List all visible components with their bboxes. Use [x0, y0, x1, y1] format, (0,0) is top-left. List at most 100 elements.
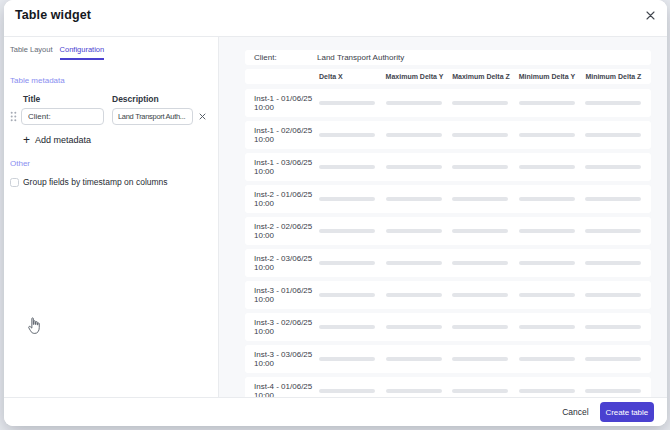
placeholder-cell: [517, 357, 584, 361]
placeholder-bar: [585, 293, 641, 297]
table-widget-modal: Table widget Table LayoutConfiguration T…: [4, 0, 667, 426]
placeholder-bar: [386, 389, 442, 393]
placeholder-cell: [450, 293, 517, 297]
section-table-metadata: Table metadata: [10, 76, 210, 85]
close-button[interactable]: [643, 9, 657, 22]
placeholder-cell: [317, 357, 384, 361]
placeholder-bar: [386, 197, 442, 201]
close-icon: [646, 11, 655, 20]
placeholder-bar: [386, 261, 442, 265]
placeholder-cell: [317, 261, 384, 265]
placeholder-bar: [452, 389, 508, 393]
placeholder-cell: [384, 389, 451, 393]
placeholder-bar: [386, 229, 442, 233]
placeholder-bar: [519, 389, 575, 393]
preview-table-row: Inst-3 - 01/06/2510:00: [245, 281, 651, 309]
placeholder-cell: [517, 389, 584, 393]
placeholder-cell: [384, 133, 451, 137]
placeholder-cell: [384, 261, 451, 265]
placeholder-cell: [317, 133, 384, 137]
placeholder-cell: [583, 165, 650, 169]
placeholder-bar: [319, 325, 375, 329]
placeholder-bar: [452, 229, 508, 233]
placeholder-bar: [452, 293, 508, 297]
placeholder-cell: [517, 261, 584, 265]
placeholder-bar: [319, 357, 375, 361]
placeholder-cell: [450, 101, 517, 105]
drag-handle-icon[interactable]: [10, 111, 17, 122]
add-metadata-label: Add metadata: [35, 135, 91, 145]
remove-icon: [199, 113, 206, 120]
cancel-button[interactable]: Cancel: [562, 407, 588, 417]
placeholder-cell: [517, 325, 584, 329]
placeholder-cell: [317, 293, 384, 297]
placeholder-cell: [517, 197, 584, 201]
placeholder-bar: [585, 101, 641, 105]
group-fields-checkbox[interactable]: [10, 178, 19, 187]
placeholder-cell: [450, 133, 517, 137]
client-value: Land Transport Authority: [317, 53, 404, 62]
row-label: Inst-4 - 01/06/2510:00: [245, 382, 317, 398]
placeholder-bar: [319, 389, 375, 393]
metadata-description-input[interactable]: [112, 108, 193, 125]
preview-panel: Client: Land Transport Authority Delta X…: [219, 37, 667, 397]
placeholder-bar: [585, 229, 641, 233]
placeholder-bar: [519, 325, 575, 329]
placeholder-cell: [317, 197, 384, 201]
metadata-title-input[interactable]: [21, 108, 104, 125]
column-header: Minimum Delta Y: [517, 73, 584, 80]
placeholder-cell: [384, 229, 451, 233]
column-header: Maximum Delta Y: [384, 73, 451, 80]
placeholder-bar: [585, 261, 641, 265]
placeholder-bar: [452, 357, 508, 361]
placeholder-bar: [519, 357, 575, 361]
create-table-button[interactable]: Create table: [600, 402, 654, 422]
placeholder-bar: [319, 101, 375, 105]
placeholder-cell: [583, 229, 650, 233]
placeholder-bar: [452, 165, 508, 169]
placeholder-cell: [450, 165, 517, 169]
placeholder-cell: [450, 357, 517, 361]
preview-table-row: Inst-2 - 01/06/2510:00: [245, 185, 651, 213]
group-fields-option[interactable]: Group fields by timestamp on columns: [10, 177, 210, 187]
placeholder-cell: [517, 293, 584, 297]
placeholder-cell: [384, 165, 451, 169]
placeholder-bar: [585, 357, 641, 361]
preview-table-row: Inst-2 - 03/06/2510:00: [245, 249, 651, 277]
row-label: Inst-3 - 02/06/2510:00: [245, 318, 317, 337]
placeholder-cell: [517, 101, 584, 105]
row-label: Inst-3 - 01/06/2510:00: [245, 286, 317, 305]
row-label: Inst-1 - 02/06/2510:00: [245, 126, 317, 145]
row-label: Inst-1 - 01/06/2510:00: [245, 94, 317, 113]
modal-footer: Cancel Create table: [4, 397, 667, 426]
placeholder-bar: [585, 197, 641, 201]
placeholder-bar: [452, 261, 508, 265]
column-header: Delta X: [317, 73, 384, 80]
row-label: Inst-1 - 03/06/2510:00: [245, 158, 317, 177]
modal-body: Table Layout Configuration Table metadata…: [4, 37, 667, 397]
placeholder-cell: [317, 165, 384, 169]
placeholder-cell: [583, 293, 650, 297]
preview-table-row: Inst-1 - 01/06/2510:00: [245, 89, 651, 117]
placeholder-bar: [519, 261, 575, 265]
placeholder-bar: [519, 101, 575, 105]
tabs: Table Layout Configuration: [10, 45, 210, 60]
tab-configuration[interactable]: Configuration: [60, 45, 105, 60]
tab-table-layout[interactable]: Table Layout: [10, 45, 53, 60]
placeholder-cell: [583, 133, 650, 137]
configuration-panel: Table Layout Configuration Table metadata…: [4, 37, 219, 397]
placeholder-cell: [583, 101, 650, 105]
placeholder-cell: [517, 165, 584, 169]
placeholder-cell: [450, 325, 517, 329]
placeholder-bar: [585, 389, 641, 393]
placeholder-bar: [319, 261, 375, 265]
metadata-row: [10, 108, 210, 125]
placeholder-cell: [517, 229, 584, 233]
placeholder-cell: [583, 197, 650, 201]
placeholder-cell: [450, 261, 517, 265]
remove-metadata-button[interactable]: [199, 113, 206, 120]
placeholder-cell: [384, 357, 451, 361]
add-metadata-button[interactable]: + Add metadata: [23, 135, 210, 145]
placeholder-bar: [319, 165, 375, 169]
placeholder-cell: [317, 389, 384, 393]
